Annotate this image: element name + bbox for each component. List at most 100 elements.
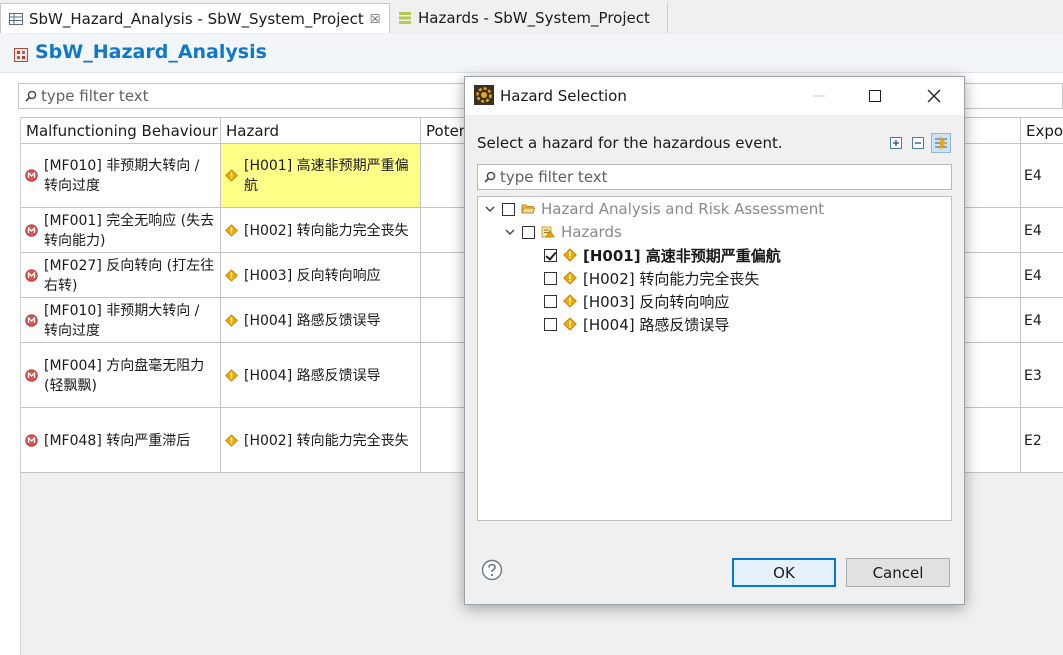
hazard-tree: Hazard Analysis and Risk Assessment Haza… xyxy=(477,196,952,521)
cell-text: E4 xyxy=(1024,268,1042,284)
minimize-button[interactable] xyxy=(796,77,842,115)
cell-text: E2 xyxy=(1024,433,1042,449)
tab-sbw-hazard-analysis[interactable]: SbW_Hazard_Analysis - SbW_System_Project… xyxy=(0,3,390,33)
checkbox[interactable] xyxy=(502,202,515,216)
hazard-cell[interactable]: [H004] 路感反馈误导 xyxy=(221,343,421,408)
malfunction-cell[interactable]: [MF004] 方向盘毫无阻力 (轻飘飘) xyxy=(21,343,221,408)
filter-placeholder: type filter text xyxy=(41,87,149,105)
hazard-warning-icon xyxy=(225,169,238,182)
cell-text: [MF027] 反向转向 (打左往右转) xyxy=(44,258,215,294)
table-editor-icon xyxy=(9,12,23,25)
malfunction-icon xyxy=(25,434,38,447)
editor-tab-bar: SbW_Hazard_Analysis - SbW_System_Project… xyxy=(0,0,1063,35)
exposure-cell[interactable]: E4 xyxy=(1021,253,1063,298)
tree-item-label: [H002] 转向能力完全丧失 xyxy=(583,269,760,288)
hazard-checkbox[interactable] xyxy=(544,294,557,308)
malfunction-cell[interactable]: [MF048] 转向严重滞后 xyxy=(21,408,221,473)
malfunction-cell[interactable]: [MF010] 非预期大转向 / 转向过度 xyxy=(21,144,221,208)
ok-button[interactable]: OK xyxy=(732,558,836,587)
tree-node-label: Hazard Analysis and Risk Assessment xyxy=(541,200,825,218)
dialog-app-icon xyxy=(474,85,494,105)
hazard-warning-icon xyxy=(225,314,238,327)
exposure-cell[interactable]: E4 xyxy=(1021,144,1063,208)
hazard-warning-icon xyxy=(225,369,238,382)
cancel-button[interactable]: Cancel xyxy=(846,558,950,587)
hazard-cell[interactable]: [H002] 转向能力完全丧失 xyxy=(221,408,421,473)
cell-text: [MF001] 完全无响应 (失去转向能力) xyxy=(44,213,215,249)
editor-header: SbW_Hazard_Analysis xyxy=(0,34,1063,73)
tree-item-hazard[interactable]: [H001] 高速非预期严重偏航 xyxy=(544,244,781,266)
column-header-malfunction[interactable]: Malfunctioning Behaviour xyxy=(21,117,221,144)
hazard-checkbox[interactable] xyxy=(544,271,557,285)
cell-text: E4 xyxy=(1024,168,1042,184)
cell-text: E4 xyxy=(1024,313,1042,329)
close-icon xyxy=(927,89,941,103)
minimize-icon xyxy=(813,95,825,97)
exposure-cell[interactable]: E4 xyxy=(1021,298,1063,343)
hazard-cell[interactable]: [H003] 反向转向响应 xyxy=(221,253,421,298)
hazard-warning-icon xyxy=(225,269,238,282)
hazard-warning-icon xyxy=(563,271,577,285)
folder-open-icon xyxy=(521,204,535,214)
hazard-checkbox[interactable] xyxy=(544,317,557,331)
cell-text: [H002] 转向能力完全丧失 xyxy=(244,223,409,239)
tree-item-hazard[interactable]: [H003] 反向转向响应 xyxy=(544,290,729,312)
maximize-icon xyxy=(869,90,881,102)
maximize-button[interactable] xyxy=(852,77,898,115)
malfunction-icon xyxy=(25,269,38,282)
checkbox[interactable] xyxy=(522,225,535,239)
chevron-down-icon[interactable] xyxy=(504,226,516,238)
help-icon[interactable] xyxy=(481,559,503,581)
malfunction-cell[interactable]: [MF027] 反向转向 (打左往右转) xyxy=(21,253,221,298)
hazard-analysis-icon xyxy=(14,48,28,62)
collapse-all-icon[interactable] xyxy=(911,136,925,150)
exposure-cell[interactable]: E3 xyxy=(1021,343,1063,408)
tree-item-hazard[interactable]: [H004] 路感反馈误导 xyxy=(544,313,729,335)
malfunction-icon xyxy=(25,224,38,237)
editor-title: SbW_Hazard_Analysis xyxy=(35,41,267,63)
malfunction-cell[interactable]: [MF001] 完全无响应 (失去转向能力) xyxy=(21,208,221,253)
expand-all-icon[interactable] xyxy=(889,136,903,150)
hazard-cell[interactable]: [H004] 路感反馈误导 xyxy=(221,298,421,343)
column-header-exposure[interactable]: Expos xyxy=(1021,117,1063,144)
malfunction-cell[interactable]: [MF010] 非预期大转向 / 转向过度 xyxy=(21,298,221,343)
cell-text: [MF010] 非预期大转向 / 转向过度 xyxy=(44,158,200,194)
tree-node-hazards[interactable]: Hazards xyxy=(504,221,622,243)
cell-text: [H002] 转向能力完全丧失 xyxy=(244,433,409,449)
link-with-selection-icon[interactable] xyxy=(931,133,951,153)
dialog-titlebar[interactable]: Hazard Selection xyxy=(465,77,964,115)
dialog-title: Hazard Selection xyxy=(500,87,627,105)
cell-text: E3 xyxy=(1024,368,1042,384)
tab-close-icon[interactable]: ☒ xyxy=(370,12,381,26)
malfunction-icon xyxy=(25,169,38,182)
cell-text: [MF048] 转向严重滞后 xyxy=(44,433,191,449)
hazard-folder-icon xyxy=(541,226,555,238)
hazard-warning-icon xyxy=(563,317,577,331)
cell-text: [MF004] 方向盘毫无阻力 (轻飘飘) xyxy=(44,358,205,394)
search-icon xyxy=(484,171,496,183)
close-button[interactable] xyxy=(911,77,957,115)
tab-label: SbW_Hazard_Analysis - SbW_System_Project xyxy=(29,9,364,28)
hazard-cell[interactable]: [H002] 转向能力完全丧失 xyxy=(221,208,421,253)
cell-text: [H003] 反向转向响应 xyxy=(244,268,381,284)
tree-item-hazard[interactable]: [H002] 转向能力完全丧失 xyxy=(544,267,759,289)
exposure-cell[interactable]: E2 xyxy=(1021,408,1063,473)
cell-text: [MF010] 非预期大转向 / 转向过度 xyxy=(44,303,200,339)
hazard-warning-icon xyxy=(225,434,238,447)
column-header-hazard[interactable]: Hazard xyxy=(221,117,421,144)
malfunction-icon xyxy=(25,369,38,382)
hazard-selection-dialog: Hazard Selection Select a hazard for the… xyxy=(464,76,965,605)
hazard-warning-icon xyxy=(563,248,577,262)
dialog-filter-input[interactable]: type filter text xyxy=(477,164,952,190)
list-editor-icon xyxy=(399,12,411,24)
chevron-down-icon[interactable] xyxy=(484,203,496,215)
hazard-cell[interactable]: [H001] 高速非预期严重偏航 xyxy=(221,144,421,208)
tab-hazards[interactable]: Hazards - SbW_System_Project xyxy=(392,3,668,33)
hazard-checkbox[interactable] xyxy=(544,248,557,262)
cell-text: [H004] 路感反馈误导 xyxy=(244,313,381,329)
filter-placeholder: type filter text xyxy=(500,168,608,186)
tree-item-label: [H001] 高速非预期严重偏航 xyxy=(583,246,781,265)
tree-item-label: [H004] 路感反馈误导 xyxy=(583,315,730,334)
exposure-cell[interactable]: E4 xyxy=(1021,208,1063,253)
tree-node-root[interactable]: Hazard Analysis and Risk Assessment xyxy=(484,198,824,220)
